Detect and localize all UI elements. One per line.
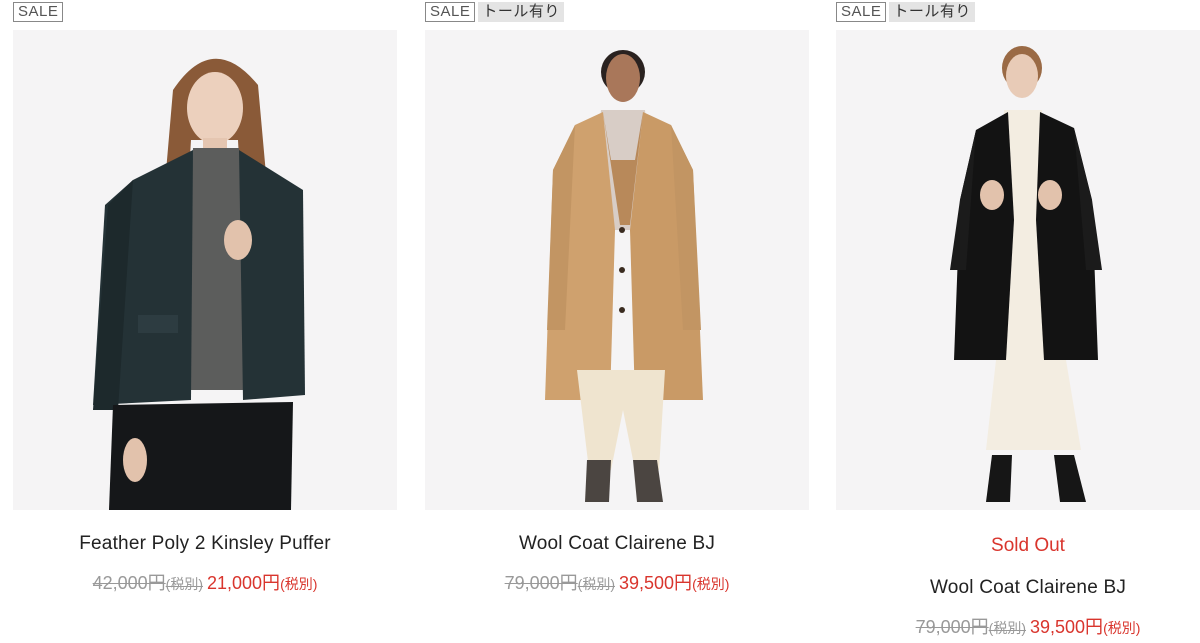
price-row: 79,000円(税別) 39,500円(税別)	[425, 569, 809, 595]
product-name[interactable]: Feather Poly 2 Kinsley Puffer	[79, 533, 331, 554]
product-card[interactable]: SALE トール有り Wool Coat Clairene BJ 79,000円…	[425, 0, 809, 643]
original-price: 79,000円(税別)	[915, 617, 1026, 637]
product-name-wrap: Wool Coat Clairene BJ	[425, 533, 809, 555]
sale-price: 39,500円(税別)	[619, 573, 730, 593]
product-card[interactable]: SALE Feather Poly 2 Kinsley Puffer 42,00…	[13, 0, 397, 643]
original-price: 79,000円(税別)	[504, 573, 615, 593]
product-image[interactable]	[13, 30, 397, 510]
sale-badge: SALE	[836, 2, 887, 22]
product-name-wrap: Feather Poly 2 Kinsley Puffer	[13, 533, 397, 555]
sale-price: 21,000円(税別)	[207, 573, 318, 593]
product-name-wrap: Wool Coat Clairene BJ	[836, 577, 1200, 599]
price-row: 42,000円(税別) 21,000円(税別)	[13, 569, 397, 595]
tall-size-badge: トール有り	[478, 2, 564, 22]
sale-badge: SALE	[13, 2, 64, 22]
sold-out-label: Sold Out	[991, 535, 1065, 556]
badge-group: SALE トール有り	[425, 2, 564, 26]
original-price: 42,000円(税別)	[92, 573, 203, 593]
badge-group: SALE	[13, 2, 64, 26]
sale-price: 39,500円(税別)	[1030, 617, 1141, 637]
product-image[interactable]	[425, 30, 809, 510]
price-row: 79,000円(税別) 39,500円(税別)	[836, 613, 1200, 639]
product-image[interactable]	[836, 30, 1200, 510]
product-card[interactable]: SALE トール有り Sold Out Wool Coat Clairene B…	[836, 0, 1200, 643]
sale-badge: SALE	[425, 2, 476, 22]
product-name[interactable]: Wool Coat Clairene BJ	[930, 577, 1126, 598]
badge-group: SALE トール有り	[836, 2, 975, 26]
product-name[interactable]: Wool Coat Clairene BJ	[519, 533, 715, 554]
sold-out-wrap: Sold Out	[836, 535, 1200, 557]
tall-size-badge: トール有り	[889, 2, 975, 22]
